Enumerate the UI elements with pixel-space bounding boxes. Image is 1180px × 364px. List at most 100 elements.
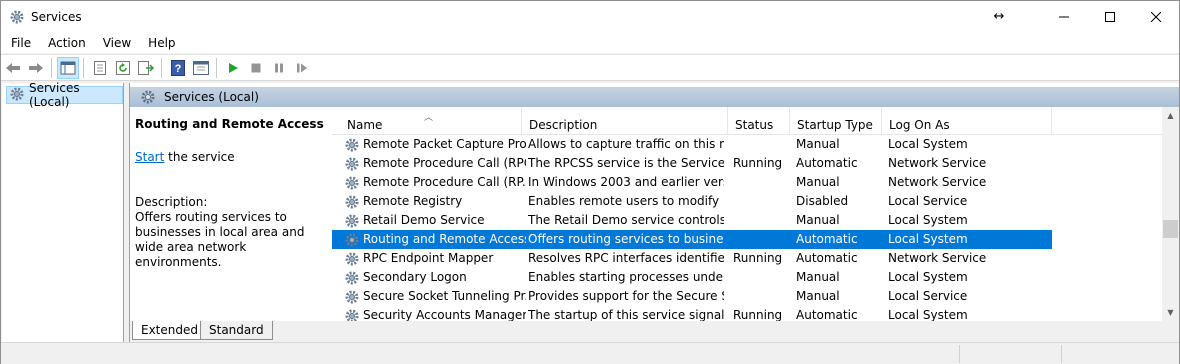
service-status: Running [733,251,783,265]
menu-file[interactable]: File [1,36,38,50]
show-hide-action-pane-icon[interactable] [190,57,212,79]
svg-text:?: ? [175,63,182,75]
status-bar [1,342,1179,364]
export-list-icon[interactable] [135,57,157,79]
service-name: RPC Endpoint Mapper [363,251,494,265]
service-gear-icon [344,308,360,321]
back-arrow-icon[interactable] [2,57,24,79]
services-pane: Services (Local) Routing and Remote Acce… [129,83,1179,364]
service-description-cell: Resolves RPC interfaces identifiers ... [528,251,724,265]
service-status [733,230,791,249]
service-row[interactable]: Secure Socket Tunneling Pr... Provides su… [332,287,1052,306]
service-status [733,287,791,306]
status-segment [1061,345,1062,363]
service-log-on-as: Network Service [888,251,987,265]
service-gear-icon [344,289,360,305]
service-startup-type: Manual [796,289,840,303]
service-log-on-as: Local System [888,232,968,246]
column-header-status[interactable]: Status [728,107,790,135]
minimize-button[interactable] [1041,1,1087,32]
service-gear-icon [344,194,360,210]
service-name: Remote Registry [363,194,463,208]
service-row[interactable]: Security Accounts Manager The startup of … [332,306,1052,321]
properties-icon[interactable] [89,57,111,79]
console-tree-icon[interactable] [57,56,79,79]
service-row[interactable]: Routing and Remote Access Offers routing … [332,230,1052,249]
services-gear-icon [140,89,156,105]
pause-service-icon[interactable] [268,57,290,79]
service-row[interactable]: Remote Procedure Call (RPC) The RPCSS ser… [332,154,1052,173]
menu-action[interactable]: Action [38,36,93,50]
service-gear-icon [344,251,360,267]
service-description-cell: The RPCSS service is the Service C... [528,156,724,170]
service-name-cell: Retail Demo Service [344,211,526,230]
service-startup-type: Manual [796,137,840,151]
tab-standard[interactable]: Standard [200,321,273,340]
description-label: Description: [135,195,208,209]
scroll-down-arrow-icon[interactable]: ▼ [1162,304,1179,321]
view-tabs: Extended Standard [130,321,1179,343]
service-gear-icon [344,137,360,153]
service-startup-type: Automatic [796,156,858,170]
service-row[interactable]: Remote Registry Enables remote users to m… [332,192,1052,211]
service-row[interactable]: RPC Endpoint Mapper Resolves RPC interfac… [332,249,1052,268]
close-button[interactable] [1133,1,1179,32]
service-name: Security Accounts Manager [363,308,526,321]
column-header-startup-type[interactable]: Startup Type [790,107,882,135]
service-row[interactable]: Remote Packet Capture Pro... Allows to ca… [332,135,1052,154]
service-name-cell: Security Accounts Manager [344,306,526,321]
service-startup-type: Automatic [796,308,858,321]
column-header-description[interactable]: Description [522,107,728,135]
service-status [733,268,791,287]
pane-header: Services (Local) [130,87,1179,107]
menu-view[interactable]: View [93,36,138,50]
service-name: Secure Socket Tunneling Pr... [363,289,526,303]
help-icon[interactable]: ? [167,57,189,79]
pane-header-title: Services (Local) [164,90,259,104]
service-log-on-as: Local System [888,213,968,227]
start-service-link[interactable]: Start [135,150,164,164]
service-description-cell: In Windows 2003 and earlier versio... [528,175,724,189]
resume-service-icon[interactable] [291,57,313,79]
console-tree: Services (Local) [2,81,124,364]
service-name-cell: Secure Socket Tunneling Pr... [344,287,526,306]
forward-arrow-icon[interactable] [25,57,47,79]
service-status [733,173,791,192]
service-gear-icon [344,156,360,172]
service-gear-icon [344,270,360,286]
service-status: Running [733,308,783,321]
service-name-cell: Routing and Remote Access [344,230,526,249]
list-header: ︿ Name Description Status Startup Type L… [332,107,1162,135]
scroll-thumb[interactable] [1163,220,1178,238]
menu-help[interactable]: Help [138,36,182,50]
service-name-cell: Remote Registry [344,192,526,211]
column-header-log-on-as[interactable]: Log On As [882,107,1052,135]
service-row[interactable]: Retail Demo Service The Retail Demo servi… [332,211,1052,230]
maximize-button[interactable] [1087,1,1133,32]
selected-service-title: Routing and Remote Access [135,117,324,131]
vertical-scrollbar[interactable]: ▲ ▼ [1162,107,1179,321]
service-log-on-as: Network Service [888,156,987,170]
start-service-suffix: the service [164,150,235,164]
tree-item-services-local[interactable]: Services (Local) [6,81,123,109]
stop-service-icon[interactable] [245,57,267,79]
service-description-cell: Enables remote users to modify re... [528,194,724,208]
refresh-icon[interactable] [112,57,134,79]
tab-extended[interactable]: Extended [132,321,207,340]
toolbar-separator [83,57,84,78]
start-service-icon[interactable] [222,57,244,79]
service-status [733,135,791,154]
service-name-cell: Secondary Logon [344,268,526,287]
service-description-cell: Offers routing services to business... [528,232,724,246]
service-startup-type: Automatic [796,251,858,265]
service-name-cell: Remote Procedure Call (RPC) [344,154,526,173]
toolbar-separator [51,57,52,78]
service-description-cell: Allows to capture traffic on this m... [528,137,724,151]
column-header-name[interactable]: Name [340,107,522,135]
service-startup-type: Manual [796,175,840,189]
service-status [733,192,791,211]
scroll-up-arrow-icon[interactable]: ▲ [1162,107,1179,124]
service-row[interactable]: Remote Procedure Call (RP... In Windows 2… [332,173,1052,192]
service-log-on-as: Network Service [888,175,987,189]
service-row[interactable]: Secondary Logon Enables starting processe… [332,268,1052,287]
